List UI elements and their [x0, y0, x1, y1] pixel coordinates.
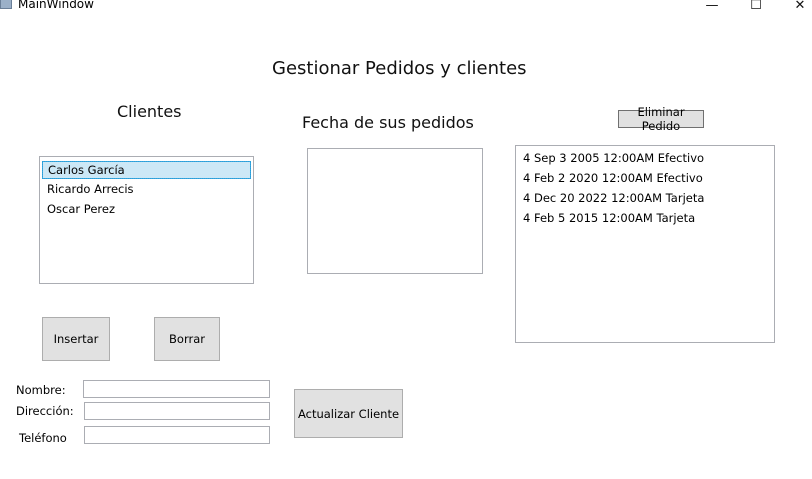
fechas-label: Fecha de sus pedidos	[302, 113, 474, 132]
list-item[interactable]: 4 Sep 3 2005 12:00AM Efectivo	[518, 148, 772, 168]
telefono-label: Teléfono	[19, 431, 67, 445]
list-item[interactable]: 4 Dec 20 2022 12:00AM Tarjeta	[518, 188, 772, 208]
clientes-label: Clientes	[117, 102, 182, 121]
actualizar-cliente-button[interactable]: Actualizar Cliente	[294, 389, 403, 438]
telefono-field[interactable]	[84, 426, 270, 444]
list-item[interactable]: 4 Feb 5 2015 12:00AM Tarjeta	[518, 208, 772, 228]
insertar-button[interactable]: Insertar	[42, 317, 110, 361]
clientes-listbox[interactable]: Carlos García Ricardo Arrecis Oscar Pere…	[39, 156, 254, 284]
minimize-icon[interactable]: —	[692, 0, 732, 14]
list-item[interactable]: Carlos García	[42, 161, 251, 179]
eliminar-pedido-button[interactable]: Eliminar Pedido	[618, 105, 704, 133]
page-title: Gestionar Pedidos y clientes	[272, 58, 527, 79]
direccion-label: Dirección:	[16, 404, 74, 418]
maximize-icon[interactable]: ☐	[736, 0, 776, 14]
window-title: MainWindow	[18, 0, 94, 11]
direccion-field[interactable]	[84, 402, 270, 420]
title-bar: MainWindow — ☐ ✕	[0, 0, 812, 14]
pedidos-listbox[interactable]: 4 Sep 3 2005 12:00AM Efectivo 4 Feb 2 20…	[515, 145, 775, 343]
app-icon	[0, 0, 12, 9]
fechas-listbox[interactable]	[307, 148, 483, 274]
borrar-button[interactable]: Borrar	[154, 317, 220, 361]
nombre-label: Nombre:	[16, 383, 66, 397]
list-item[interactable]: Oscar Perez	[42, 199, 251, 219]
nombre-field[interactable]	[83, 380, 270, 398]
close-icon[interactable]: ✕	[780, 0, 812, 14]
list-item[interactable]: Ricardo Arrecis	[42, 179, 251, 199]
list-item[interactable]: 4 Feb 2 2020 12:00AM Efectivo	[518, 168, 772, 188]
